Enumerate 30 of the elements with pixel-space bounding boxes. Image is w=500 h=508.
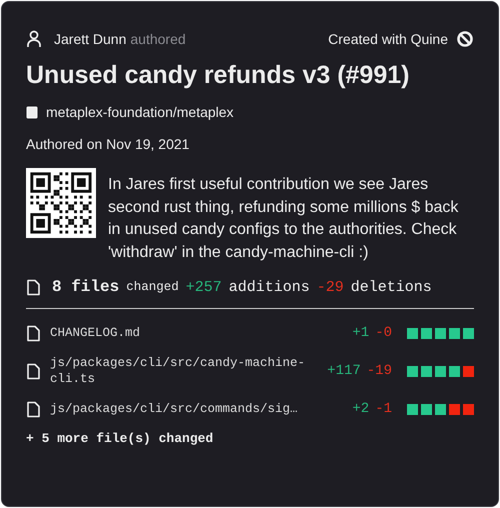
- credit-text: Created with Quine: [328, 31, 448, 47]
- file-deletions: -0: [375, 325, 392, 341]
- repo-name: metaplex-foundation/metaplex: [46, 104, 234, 120]
- qr-code: [26, 168, 96, 238]
- file-additions: +2: [352, 401, 370, 417]
- file-name: CHANGELOG.md: [50, 325, 140, 341]
- file-additions: +1: [352, 325, 370, 341]
- file-name: js/packages/cli/src/candy-machine-cli.ts: [50, 355, 306, 387]
- additions-count: +257: [186, 278, 222, 296]
- author-action: authored: [130, 31, 186, 47]
- pr-title: Unused candy refunds v3 (#991): [26, 60, 410, 90]
- changed-label: changed: [126, 280, 179, 294]
- deletions-count: -29: [316, 278, 344, 296]
- file-icon: [26, 324, 41, 342]
- authored-date: Authored on Nov 19, 2021: [26, 136, 190, 152]
- more-files: + 5 more file(s) changed: [26, 431, 214, 446]
- file-additions: +117: [327, 363, 361, 379]
- file-deletions: -19: [366, 363, 392, 379]
- file-name: js/packages/cli/src/commands/sig…: [50, 401, 298, 417]
- user-icon: [26, 30, 42, 48]
- deletions-label: deletions: [350, 278, 432, 296]
- file-icon: [26, 362, 41, 380]
- file-icon: [26, 400, 41, 418]
- files-count: 8 files: [52, 278, 120, 296]
- additions-label: additions: [228, 278, 310, 296]
- file-icon: [26, 278, 41, 296]
- description: In Jares first useful contribution we see Jares second rust thing, refunding some millions $ back in unused candy configs to the authorities. Check 'withdraw' in the candy-machine-cli :): [108, 175, 460, 262]
- author-name: Jarett Dunn: [54, 31, 126, 47]
- file-deletions: -1: [375, 401, 392, 417]
- repo-icon: [26, 106, 38, 118]
